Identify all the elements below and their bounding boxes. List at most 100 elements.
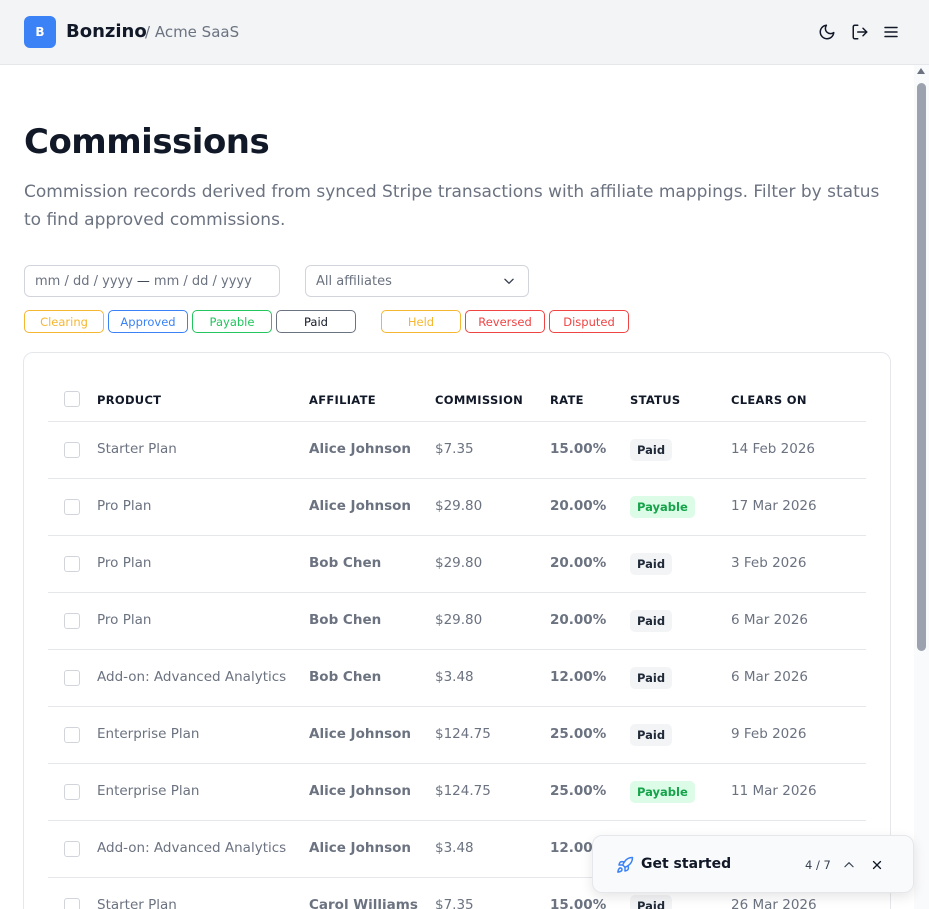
- brand-logo[interactable]: B: [24, 16, 56, 48]
- status-badge: Paid: [630, 553, 673, 575]
- clears-on-cell: 3 Feb 2026: [731, 555, 807, 571]
- affiliate-cell[interactable]: Alice Johnson: [309, 726, 411, 742]
- menu-hamburger-icon[interactable]: [881, 22, 901, 42]
- column-header-product[interactable]: PRODUCT: [97, 393, 161, 407]
- rate-cell: 20.00%: [550, 498, 607, 514]
- scroll-up-arrow-icon[interactable]: [917, 68, 925, 74]
- collapse-chevron-up-icon[interactable]: [839, 855, 859, 875]
- row-divider: [48, 535, 866, 536]
- theme-toggle-moon-icon[interactable]: [817, 22, 837, 42]
- close-icon[interactable]: [867, 855, 887, 875]
- affiliate-cell[interactable]: Alice Johnson: [309, 840, 411, 856]
- row-divider: [48, 820, 866, 821]
- affiliate-cell[interactable]: Alice Johnson: [309, 783, 411, 799]
- top-navbar: B Bonzino / Acme SaaS: [0, 0, 929, 65]
- clears-on-cell: 6 Mar 2026: [731, 612, 808, 628]
- clears-on-cell: 26 Mar 2026: [731, 897, 817, 909]
- row-divider: [48, 592, 866, 593]
- product-cell: Enterprise Plan: [97, 783, 200, 799]
- product-cell: Pro Plan: [97, 612, 152, 628]
- affiliate-cell[interactable]: Bob Chen: [309, 555, 381, 571]
- rocket-icon: [617, 856, 634, 873]
- row-checkbox[interactable]: [64, 499, 80, 515]
- status-chip-held[interactable]: Held: [381, 310, 461, 333]
- status-chip-payable[interactable]: Payable: [192, 310, 272, 333]
- affiliate-cell[interactable]: Bob Chen: [309, 669, 381, 685]
- affiliate-cell[interactable]: Bob Chen: [309, 612, 381, 628]
- row-checkbox[interactable]: [64, 898, 80, 909]
- clears-on-cell: 11 Mar 2026: [731, 783, 817, 799]
- get-started-panel[interactable]: Get started 4 / 7: [592, 835, 914, 893]
- affiliate-select[interactable]: All affiliates: [305, 265, 529, 297]
- affiliate-cell[interactable]: Alice Johnson: [309, 498, 411, 514]
- product-cell: Pro Plan: [97, 498, 152, 514]
- affiliate-cell[interactable]: Carol Williams: [309, 897, 418, 909]
- row-checkbox[interactable]: [64, 556, 80, 572]
- rate-cell: 12.00%: [550, 669, 607, 685]
- page-description: Commission records derived from synced S…: [24, 182, 880, 230]
- status-badge: Paid: [630, 724, 673, 746]
- clears-on-cell: 17 Mar 2026: [731, 498, 817, 514]
- status-chip-disputed[interactable]: Disputed: [549, 310, 629, 333]
- product-cell: Starter Plan: [97, 441, 177, 457]
- rate-cell: 20.00%: [550, 555, 607, 571]
- clears-on-cell: 6 Mar 2026: [731, 669, 808, 685]
- row-divider: [48, 763, 866, 764]
- date-to-field[interactable]: mm / dd / yyyy: [154, 274, 252, 289]
- status-chip-clearing[interactable]: Clearing: [24, 310, 104, 333]
- clears-on-cell: 9 Feb 2026: [731, 726, 807, 742]
- row-checkbox[interactable]: [64, 670, 80, 686]
- row-divider: [48, 706, 866, 707]
- row-checkbox[interactable]: [64, 613, 80, 629]
- column-header-rate[interactable]: RATE: [550, 393, 584, 407]
- row-checkbox[interactable]: [64, 442, 80, 458]
- column-header-status[interactable]: STATUS: [630, 393, 681, 407]
- commission-cell: $124.75: [435, 783, 491, 799]
- status-badge: Paid: [630, 439, 673, 461]
- product-cell: Add-on: Advanced Analytics: [97, 840, 287, 856]
- commission-cell: $7.35: [435, 441, 474, 457]
- row-divider: [48, 478, 866, 479]
- row-checkbox[interactable]: [64, 841, 80, 857]
- product-cell: Pro Plan: [97, 555, 152, 571]
- rate-cell: 20.00%: [550, 612, 607, 628]
- status-badge: Paid: [630, 610, 673, 632]
- column-header-affiliate[interactable]: AFFILIATE: [309, 393, 376, 407]
- rate-cell: 15.00%: [550, 897, 607, 909]
- logout-icon[interactable]: [850, 22, 870, 42]
- select-all-checkbox[interactable]: [64, 391, 80, 407]
- breadcrumb-workspace[interactable]: / Acme SaaS: [145, 23, 239, 41]
- date-from-field[interactable]: mm / dd / yyyy: [35, 274, 133, 289]
- commission-cell: $124.75: [435, 726, 491, 742]
- status-chip-reversed[interactable]: Reversed: [465, 310, 545, 333]
- product-cell: Enterprise Plan: [97, 726, 200, 742]
- chevron-down-icon: [504, 278, 514, 284]
- rate-cell: 25.00%: [550, 783, 607, 799]
- commission-cell: $7.35: [435, 897, 474, 909]
- row-divider: [48, 649, 866, 650]
- brand-name[interactable]: Bonzino: [66, 21, 147, 42]
- status-chip-paid[interactable]: Paid: [276, 310, 356, 333]
- status-badge: Payable: [630, 781, 695, 803]
- status-badge: Paid: [630, 667, 673, 689]
- commission-cell: $29.80: [435, 555, 483, 571]
- page-title: Commissions: [24, 122, 270, 162]
- product-cell: Add-on: Advanced Analytics: [97, 669, 287, 685]
- get-started-label[interactable]: Get started: [641, 856, 731, 872]
- page-scrollbar[interactable]: [914, 65, 929, 909]
- affiliate-cell[interactable]: Alice Johnson: [309, 441, 411, 457]
- column-header-clears-on[interactable]: CLEARS ON: [731, 393, 807, 407]
- commission-cell: $29.80: [435, 612, 483, 628]
- row-checkbox[interactable]: [64, 784, 80, 800]
- status-chip-approved[interactable]: Approved: [108, 310, 188, 333]
- commission-cell: $29.80: [435, 498, 483, 514]
- column-header-commission[interactable]: COMMISSION: [435, 393, 523, 407]
- row-checkbox[interactable]: [64, 727, 80, 743]
- product-cell: Starter Plan: [97, 897, 177, 909]
- scrollbar-thumb[interactable]: [917, 83, 926, 651]
- clears-on-cell: 14 Feb 2026: [731, 441, 816, 457]
- affiliate-select-value: All affiliates: [316, 273, 392, 289]
- date-range-input[interactable]: mm / dd / yyyy — mm / dd / yyyy: [24, 265, 280, 297]
- table-header-divider: [48, 421, 866, 422]
- status-badge: Payable: [630, 496, 695, 518]
